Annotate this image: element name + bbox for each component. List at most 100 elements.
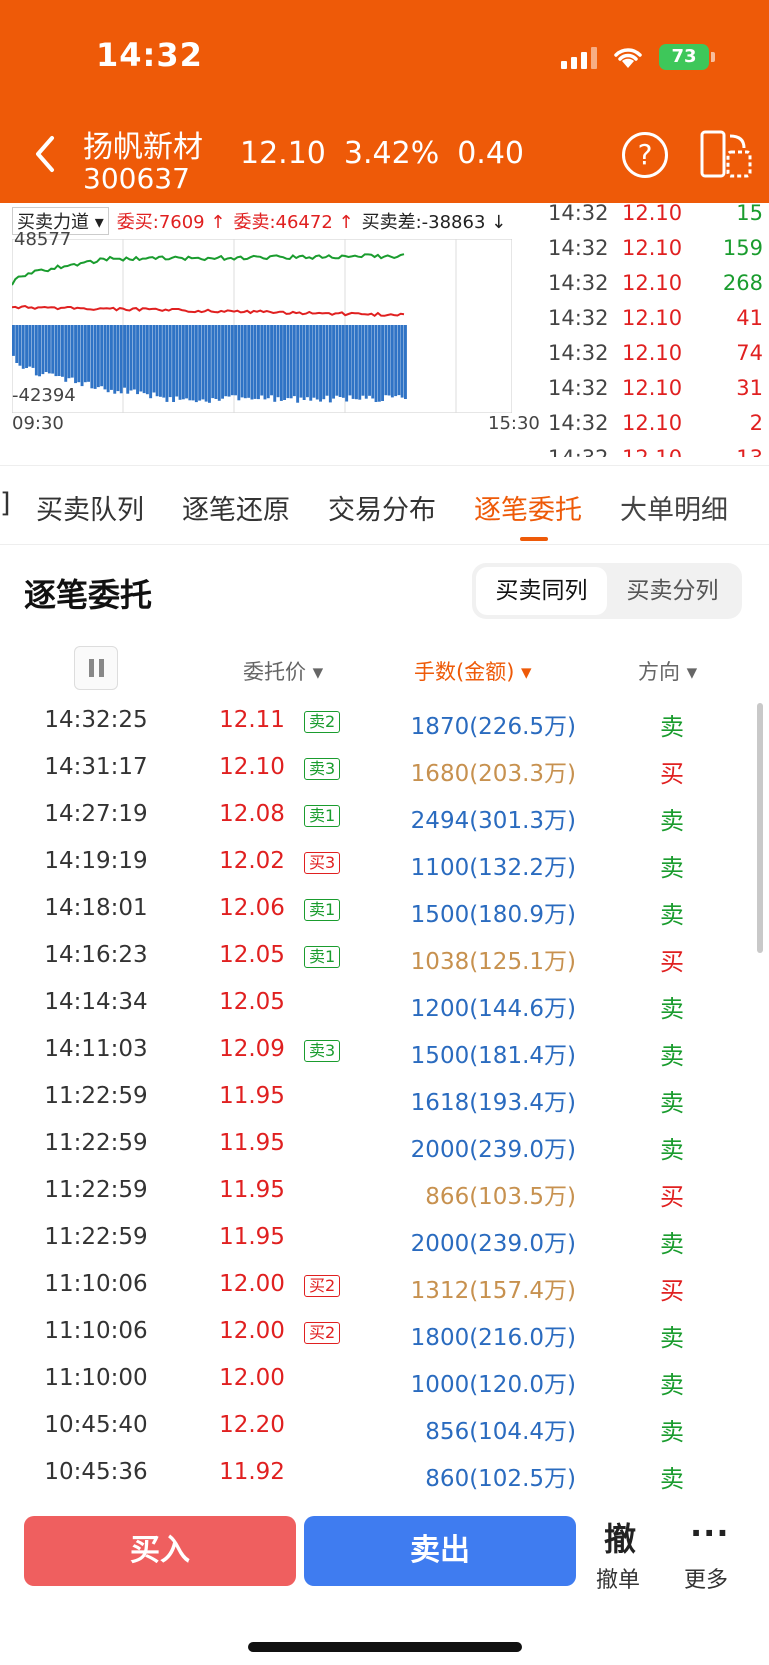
- order-direction: 卖: [660, 1324, 684, 1352]
- table-row[interactable]: 11:22:59 11.95 2000(239.0万) 卖: [0, 1120, 769, 1167]
- table-row[interactable]: 14:18:01 12.06 卖1 1500(180.9万) 卖: [0, 885, 769, 932]
- table-row[interactable]: 11:10:06 12.00 买2 1312(157.4万) 买: [0, 1261, 769, 1308]
- tab-trade-distribution[interactable]: 交易分布: [328, 488, 436, 527]
- table-row[interactable]: 14:16:23 12.05 卖1 1038(125.1万) 买: [0, 932, 769, 979]
- order-time: 10:45:36: [44, 1459, 148, 1485]
- diff-bar: [286, 325, 290, 399]
- pause-icon[interactable]: [74, 646, 118, 690]
- diff-bar: [28, 325, 32, 367]
- landscape-switch-icon[interactable]: [700, 130, 752, 180]
- order-price: 11.95: [219, 1130, 285, 1156]
- tick-price: 12.10: [622, 305, 683, 330]
- order-time: 11:10:00: [44, 1365, 148, 1391]
- diff-bar: [41, 325, 45, 375]
- table-row[interactable]: 11:10:00 12.00 1000(120.0万) 卖: [0, 1355, 769, 1402]
- table-row[interactable]: 14:31:17 12.10 卖3 1680(203.3万) 买: [0, 744, 769, 791]
- tick-volume: 2: [749, 410, 763, 435]
- sell-button[interactable]: 卖出: [304, 1516, 576, 1586]
- diff-bar: [364, 325, 368, 399]
- tick-volume: 41: [736, 305, 763, 330]
- table-row[interactable]: 14:27:19 12.08 卖1 2494(301.3万) 卖: [0, 791, 769, 838]
- more-label[interactable]: 更多: [684, 1562, 728, 1594]
- order-price: 12.11: [219, 707, 285, 733]
- diff-bar: [116, 325, 120, 392]
- diff-bar: [162, 325, 166, 398]
- table-row[interactable]: 11:22:59 11.95 866(103.5万) 买: [0, 1167, 769, 1214]
- diff-bar: [302, 325, 306, 400]
- more-icon[interactable]: ···: [690, 1514, 729, 1552]
- buy-button[interactable]: 买入: [24, 1516, 296, 1586]
- diff-bar: [61, 325, 64, 377]
- tab-order-by-order[interactable]: 逐笔委托: [474, 488, 582, 527]
- cancel-order-icon[interactable]: 撤: [604, 1514, 636, 1560]
- diff-bar: [214, 325, 218, 399]
- table-row[interactable]: 11:22:59 11.95 1618(193.4万) 卖: [0, 1073, 769, 1120]
- bottom-action-bar: 买入 卖出 撤 撤单 ··· 更多: [0, 1500, 769, 1665]
- column-volume-sort[interactable]: 手数(金额) ▾: [414, 656, 532, 686]
- diff-bar: [361, 325, 365, 396]
- table-row[interactable]: 10:45:36 11.92 860(102.5万) 卖: [0, 1449, 769, 1496]
- order-volume: 1038(125.1万): [410, 949, 576, 975]
- table-row[interactable]: 14:11:03 12.09 卖3 1500(181.4万) 卖: [0, 1026, 769, 1073]
- diff-bar: [103, 325, 107, 390]
- order-direction: 买: [660, 1183, 684, 1211]
- diff-bar: [211, 325, 215, 399]
- tab-order-queue[interactable]: 买卖队列: [36, 488, 144, 527]
- diff-bar: [34, 325, 38, 376]
- diff-bar: [240, 325, 244, 398]
- table-row[interactable]: 11:10:06 12.00 买2 1800(216.0万) 卖: [0, 1308, 769, 1355]
- order-price: 12.00: [219, 1365, 285, 1391]
- diff-bar: [312, 325, 316, 398]
- column-direction-sort[interactable]: 方向 ▾: [638, 656, 697, 686]
- order-price: 12.08: [219, 801, 285, 827]
- column-price-sort[interactable]: 委托价 ▾: [243, 656, 323, 686]
- table-row[interactable]: 11:22:59 11.95 2000(239.0万) 卖: [0, 1214, 769, 1261]
- diff-bar: [201, 325, 205, 400]
- diff-bar: [355, 325, 358, 400]
- diff-bar: [217, 325, 221, 401]
- diff-bar: [185, 325, 188, 399]
- order-volume: 1500(181.4万): [410, 1043, 576, 1069]
- order-price: 12.00: [219, 1271, 285, 1297]
- tick-price: 12.10: [622, 375, 683, 400]
- diff-bar: [139, 325, 143, 392]
- diff-bar: [263, 325, 267, 400]
- chevron-left-icon[interactable]: [28, 132, 64, 176]
- order-level-tag: 买3: [304, 852, 341, 874]
- order-price: 11.95: [219, 1224, 285, 1250]
- active-tab-indicator: [520, 537, 548, 541]
- segment-split-column[interactable]: 买卖分列: [607, 567, 738, 615]
- table-row[interactable]: 14:19:19 12.02 买3 1100(132.2万) 卖: [0, 838, 769, 885]
- diff-bar: [266, 325, 270, 399]
- order-price: 11.95: [219, 1177, 285, 1203]
- scrollbar[interactable]: [757, 703, 763, 953]
- detail-tabs: ] 买卖队列 逐笔还原 交易分布 逐笔委托 大单明细: [0, 465, 769, 545]
- diff-bar: [253, 325, 257, 399]
- tab-partial[interactable]: ]: [0, 488, 11, 519]
- table-row[interactable]: 10:45:40 12.20 856(104.4万) 卖: [0, 1402, 769, 1449]
- diff-bar: [175, 325, 179, 397]
- cancel-order-label[interactable]: 撤单: [596, 1562, 640, 1594]
- tab-tick-restore[interactable]: 逐笔还原: [182, 488, 290, 527]
- diff-bar: [194, 325, 198, 403]
- segment-same-column[interactable]: 买卖同列: [476, 567, 607, 615]
- diff-bar: [335, 325, 339, 396]
- order-direction: 买: [660, 760, 684, 788]
- tick-price: 12.10: [622, 200, 683, 225]
- tick-volume: 268: [722, 270, 763, 295]
- order-time: 11:22:59: [44, 1177, 148, 1203]
- tick-price: 12.10: [622, 410, 683, 435]
- diff-bar: [136, 325, 139, 395]
- tick-volume: 31: [736, 375, 763, 400]
- diff-bar: [341, 325, 345, 398]
- tick-volume: 15: [736, 200, 763, 225]
- table-row[interactable]: 14:32:25 12.11 卖2 1870(226.5万) 卖: [0, 697, 769, 744]
- order-price: 12.10: [219, 754, 285, 780]
- table-row[interactable]: 14:14:34 12.05 1200(144.6万) 卖: [0, 979, 769, 1026]
- question-icon[interactable]: ?: [622, 132, 668, 178]
- diff-bar: [57, 325, 61, 376]
- diff-bar: [325, 325, 329, 396]
- tab-big-orders[interactable]: 大单明细: [620, 488, 728, 527]
- diff-bar: [67, 325, 71, 379]
- tick-time: 14:32: [548, 375, 609, 400]
